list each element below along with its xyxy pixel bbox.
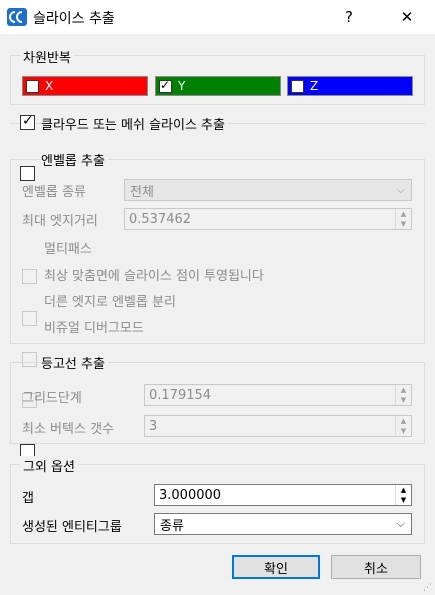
grid-step-spinner[interactable]: ▲ ▼ (395, 385, 411, 405)
axis-x-label: X (45, 79, 54, 93)
cancel-button[interactable]: 취소 (331, 555, 421, 579)
axis-z-toggle[interactable]: Z (287, 76, 413, 96)
envelope-type-label: 엔벨롭 종류 (22, 185, 86, 200)
split-envelope-label: 더른 엣지로 엔벨롭 분리 (44, 295, 176, 310)
gap-spinner[interactable]: ▲ ▼ (395, 485, 411, 505)
ok-button[interactable]: 확인 (232, 555, 320, 579)
min-vertex-input[interactable]: 3 ▲ ▼ (144, 415, 412, 437)
chevron-down-icon: ⌵ (396, 517, 405, 530)
envelope-type-value: 전체 (130, 184, 154, 200)
grid-step-input[interactable]: 0.179154 ▲ ▼ (144, 384, 412, 406)
max-edge-spinner[interactable]: ▲ ▼ (395, 209, 411, 229)
envelope-checkbox[interactable] (20, 166, 35, 181)
max-edge-label: 최대 엣지거리 (22, 214, 98, 229)
gap-label: 갭 (22, 491, 34, 506)
min-vertex-value: 3 (149, 418, 158, 434)
close-button[interactable]: ✕ (392, 5, 422, 29)
envelope-label: 엔벨롭 추출 (41, 150, 108, 169)
visual-debug-label: 비쥬얼 디버그모드 (44, 321, 144, 336)
envelope-type-select[interactable]: 전체 ⌵ (124, 179, 412, 201)
axis-x-checkbox[interactable] (26, 79, 39, 93)
help-button[interactable]: ? (334, 5, 364, 29)
resize-grip-icon[interactable]: ⋰ (423, 583, 433, 593)
entity-group-select[interactable]: 종류 ⌵ (154, 513, 412, 535)
max-edge-value: 0.537462 (129, 211, 192, 227)
axis-z-label: Z (310, 79, 319, 93)
axis-y-checkbox[interactable] (159, 78, 172, 93)
cloud-mesh-label: 클라우드 또는 메쉬 슬라이스 추출 (41, 114, 228, 133)
multipass-label: 멀티패스 (44, 242, 92, 257)
axis-y-toggle[interactable]: Y (155, 76, 281, 96)
cloud-mesh-checkbox[interactable] (20, 113, 35, 130)
multipass-checkbox[interactable] (22, 269, 37, 284)
axes-group-label: 차원반복 (20, 47, 74, 66)
gap-value: 3.000000 (159, 487, 222, 503)
project-slice-label: 최상 맞춤면에 슬라이스 점이 투영됩니다 (44, 269, 264, 284)
min-vertex-label: 최소 버텍스 갯수 (22, 422, 114, 437)
max-edge-input[interactable]: 0.537462 ▲ ▼ (124, 208, 412, 230)
min-vertex-spinner[interactable]: ▲ ▼ (395, 416, 411, 436)
window-title: 슬라이스 추출 (33, 11, 115, 27)
contour-label: 등고선 추출 (41, 353, 108, 372)
gap-input[interactable]: 3.000000 ▲ ▼ (154, 484, 412, 506)
grid-step-value: 0.179154 (149, 387, 212, 403)
grid-step-label: 그리드단계 (22, 391, 82, 406)
project-slice-checkbox[interactable] (22, 311, 37, 326)
axis-x-toggle[interactable]: X (22, 76, 148, 96)
chevron-down-icon: ⌵ (396, 183, 405, 196)
entity-group-label: 생성된 엔티티그룹 (22, 520, 122, 535)
axis-z-checkbox[interactable] (291, 79, 304, 93)
axis-y-label: Y (178, 79, 186, 93)
app-logo-icon (7, 8, 27, 26)
close-icon: ✕ (400, 8, 414, 26)
other-group-label: 그외 옵션 (20, 456, 78, 475)
entity-group-value: 종류 (160, 518, 184, 534)
